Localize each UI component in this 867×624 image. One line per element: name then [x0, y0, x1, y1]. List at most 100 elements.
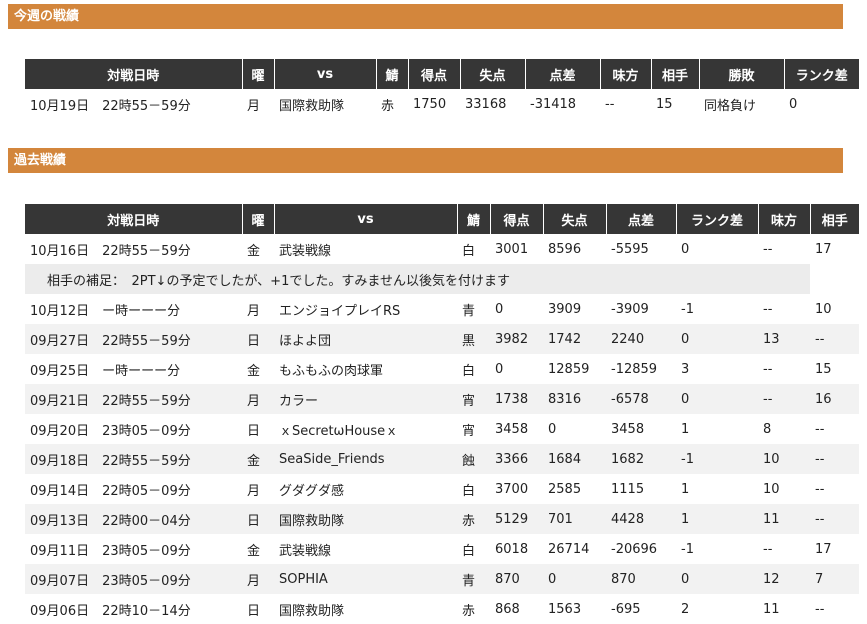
- cell-score: 3700: [495, 481, 529, 497]
- cell-diff: 4428: [606, 504, 676, 534]
- cell-diff: 870: [606, 564, 676, 594]
- cell-ally: --: [758, 384, 810, 414]
- col-header-rank-diff: ランク差: [675, 204, 758, 234]
- cell-score: 3982: [490, 324, 543, 354]
- cell-datetime: 09月11日 23時05－09分: [30, 543, 191, 559]
- table-row: 09月25日 ー時ーーー分 金 もふもふの肉球軍 白 0 12859 -12859 3 -- 15: [25, 354, 859, 384]
- col-header-datetime: 対戦日時: [25, 59, 242, 89]
- col-header-ally: 味方: [757, 204, 810, 234]
- col-header-opponent: 相手: [650, 59, 699, 89]
- cell-vs: SOPHIA: [274, 564, 457, 594]
- cell-score: 3458: [495, 421, 529, 437]
- cell-rank-diff: 0: [676, 324, 758, 354]
- cell-ally: 11: [763, 601, 780, 617]
- cell-server: 赤: [462, 603, 476, 619]
- cell-score: 1750: [413, 96, 447, 112]
- col-header-result: 勝敗: [698, 59, 784, 89]
- cell-conceded: 12859: [548, 361, 590, 377]
- table-row: 09月11日 23時05－09分 金 武装戦線 白 6018 26714 -20696 -1 -…: [25, 534, 859, 564]
- cell-conceded: 8596: [548, 241, 582, 257]
- cell-vs: SeaSide_Friends: [274, 444, 457, 474]
- col-header-rank-diff: ランク差: [783, 59, 859, 89]
- cell-rank-diff: 1: [681, 421, 690, 437]
- col-header-server: 鯖: [456, 204, 490, 234]
- cell-datetime: 09月27日 22時55－59分: [25, 324, 242, 354]
- col-header-weekday: 曜: [241, 59, 274, 89]
- cell-conceded: 26714: [548, 541, 590, 557]
- col-header-vs: vs: [273, 204, 457, 234]
- cell-score: 870: [490, 564, 543, 594]
- cell-vs: エンジョイプレイRS: [279, 303, 401, 319]
- table-row: 09月20日 23時05－09分 日 ｘSecretωHouseｘ 宵 3458 0 345…: [25, 414, 859, 444]
- cell-vs: 国際救助隊: [274, 504, 457, 534]
- cell-score: 0: [495, 301, 504, 317]
- cell-opponent: --: [815, 421, 825, 437]
- cell-diff: -6578: [606, 384, 676, 414]
- cell-rank-diff: 0: [681, 241, 690, 257]
- col-header-score: 得点: [489, 204, 543, 234]
- cell-datetime: 09月18日 22時55－59分: [25, 444, 242, 474]
- cell-datetime: 09月13日 22時00－04分: [25, 504, 242, 534]
- cell-ally: 11: [758, 504, 810, 534]
- cell-vs: 国際救助隊: [279, 98, 345, 114]
- cell-weekday: 金: [247, 543, 261, 559]
- cell-server: 赤: [381, 98, 395, 114]
- cell-opponent: --: [815, 601, 825, 617]
- cell-ally: --: [763, 361, 773, 377]
- cell-weekday: 金: [247, 243, 261, 259]
- cell-datetime: 09月06日 22時10－14分: [30, 603, 191, 619]
- cell-score: 3366: [490, 444, 543, 474]
- cell-rank-diff: 0: [676, 564, 758, 594]
- cell-datetime: 10月12日 ー時ーーー分: [30, 303, 181, 319]
- cell-weekday: 月: [247, 98, 261, 114]
- cell-vs: ｘSecretωHouseｘ: [279, 423, 399, 439]
- this-week-header-row: 対戦日時 曜 vs 鯖 得点 失点 点差 味方 相手 勝敗 ランク差: [25, 59, 859, 89]
- cell-server: 青: [462, 303, 476, 319]
- col-header-diff: 点差: [605, 204, 676, 234]
- cell-server: 白: [462, 483, 476, 499]
- cell-diff: -3909: [611, 301, 649, 317]
- cell-opponent: 17: [815, 241, 832, 257]
- cell-conceded: 1684: [543, 444, 606, 474]
- table-row: 09月14日 22時05－09分 月 グダグダ感 白 3700 2585 1115 1 10 --: [25, 474, 859, 504]
- table-row: 09月06日 22時10－14分 日 国際救助隊 赤 868 1563 -695 2 11 --: [25, 594, 859, 624]
- cell-rank-diff: 3: [681, 361, 690, 377]
- cell-diff: -695: [611, 601, 641, 617]
- cell-server: 宵: [457, 384, 490, 414]
- cell-opponent: --: [810, 504, 859, 534]
- cell-weekday: 日: [247, 603, 261, 619]
- table-row: 09月07日 23時05－09分月 SOPHIA 青 870 0 870 0 12 7: [25, 564, 859, 594]
- cell-weekday: 日: [242, 324, 274, 354]
- cell-datetime: 09月25日 ー時ーーー分: [30, 363, 181, 379]
- cell-vs: 武装戦線: [279, 543, 332, 559]
- cell-conceded: 8316: [543, 384, 606, 414]
- cell-datetime: 10月19日 22時55－59分: [30, 98, 191, 114]
- past-results-table: 対戦日時 曜 vs 鯖 得点 失点 点差 ランク差 味方 相手 10月16日 2…: [25, 204, 859, 624]
- cell-vs: もふもふの肉球軍: [279, 363, 384, 379]
- cell-opponent: 17: [815, 541, 832, 557]
- cell-opponent: 15: [656, 96, 673, 112]
- col-header-datetime: 対戦日時: [25, 204, 242, 234]
- cell-weekday: 金: [242, 444, 274, 474]
- cell-vs: 武装戦線: [279, 243, 332, 259]
- cell-server: 蝕: [457, 444, 490, 474]
- cell-diff: 1115: [611, 481, 645, 497]
- cell-weekday: 月: [247, 303, 261, 319]
- col-header-weekday: 曜: [241, 204, 274, 234]
- cell-ally: --: [605, 96, 615, 112]
- cell-weekday: 日: [247, 423, 261, 439]
- cell-datetime: 09月14日 22時05－09分: [30, 483, 191, 499]
- opponent-note: 相手の補足： 2PT↓の予定でしたが、+1でした。すみません以後気を付けます: [25, 264, 810, 294]
- col-header-score: 得点: [407, 59, 460, 89]
- cell-ally: 10: [763, 481, 780, 497]
- cell-conceded: 0: [548, 421, 557, 437]
- cell-result: 同格負け: [704, 98, 757, 114]
- cell-weekday: 月: [242, 564, 274, 594]
- cell-ally: --: [763, 241, 773, 257]
- cell-diff: -12859: [611, 361, 658, 377]
- cell-vs: カラー: [274, 384, 457, 414]
- cell-vs: ほよよ団: [274, 324, 457, 354]
- cell-score: 6018: [495, 541, 529, 557]
- cell-weekday: 金: [247, 363, 261, 379]
- cell-rank-diff: 0: [676, 384, 758, 414]
